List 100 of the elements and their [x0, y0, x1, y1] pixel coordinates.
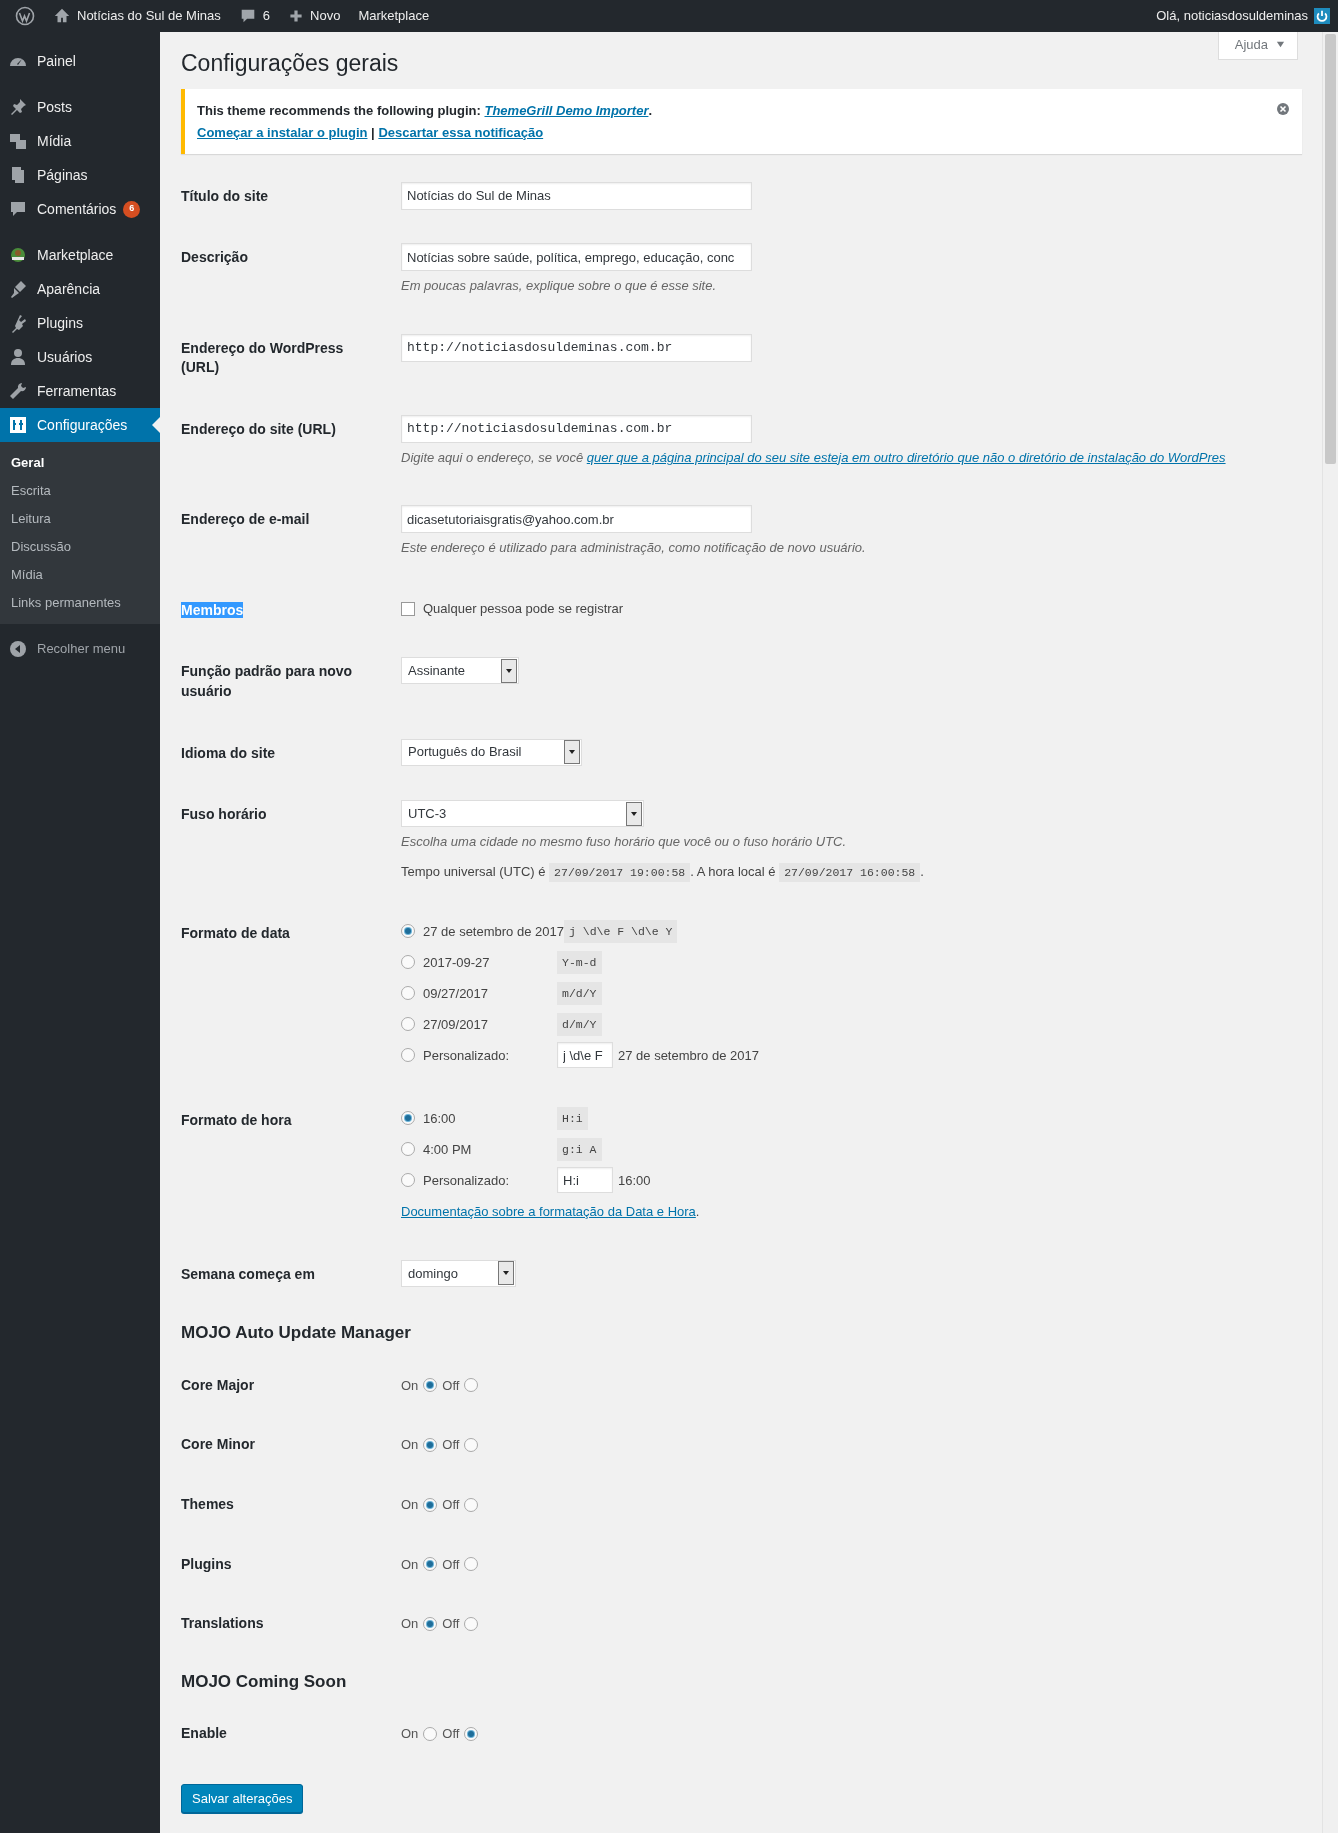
sidebar-item[interactable]: Plugins: [0, 306, 160, 340]
comments-count-link[interactable]: 6: [262, 6, 271, 26]
radio-label: On: [401, 1376, 419, 1395]
format-preview: 16:00: [618, 1171, 651, 1190]
radio-button[interactable]: [464, 1497, 479, 1512]
dropdown[interactable]: Assinante: [401, 657, 519, 685]
radio-button[interactable]: [464, 1438, 479, 1453]
radio-label: On: [401, 1436, 419, 1455]
sidebar-item[interactable]: Configurações: [0, 408, 160, 442]
input-field[interactable]: http://noticiasdosuldeminas.com.br: [401, 333, 752, 362]
caret-icon: [498, 1261, 514, 1286]
time-info-text: Tempo universal (UTC) é 27/09/2017 19:00:58 . A hora local é 27/09/2017 16:00:58 .: [401, 861, 1302, 882]
radio-label: 16:00: [422, 1109, 457, 1128]
separator-text: |: [370, 125, 376, 141]
radio-button[interactable]: [423, 1557, 438, 1572]
field-label: Plugins: [181, 1555, 232, 1572]
radio-button[interactable]: [464, 1726, 479, 1741]
submenu-item[interactable]: Leitura: [0, 505, 160, 533]
doc-link-text: Documentação sobre a formatação da Data e Hora.: [401, 1203, 701, 1222]
marketplace-link[interactable]: Marketplace: [358, 6, 430, 26]
sidebar-item[interactable]: Ferramentas: [0, 374, 160, 408]
sidebar-item[interactable]: Painel: [0, 44, 160, 78]
submenu-item[interactable]: Geral: [0, 449, 160, 477]
help-button[interactable]: Ajuda: [1217, 32, 1298, 60]
input-field[interactable]: Notícias do Sul de Minas: [401, 181, 752, 210]
radio-button[interactable]: [401, 1017, 415, 1032]
description-link[interactable]: quer que a página principal do seu site esteja em outro diretório que não o diretório de instalação do WordPres: [586, 449, 1226, 465]
wordpress-logo-icon: [15, 6, 35, 26]
radio-label: Off: [442, 1436, 460, 1455]
checkbox[interactable]: [401, 601, 415, 616]
caret-icon: [501, 658, 517, 683]
home-icon: [53, 7, 71, 25]
field-label: Semana começa em: [181, 1265, 315, 1282]
install-plugin-link[interactable]: Começar a instalar o plugin: [197, 125, 368, 141]
save-button[interactable]: Salvar alterações: [181, 1783, 304, 1814]
field-label: Idioma do site: [181, 744, 276, 761]
dropdown[interactable]: Português do Brasil: [401, 738, 582, 766]
radio-label: Off: [442, 1555, 460, 1574]
input-field[interactable]: Notícias sobre saúde, política, emprego, educação, conc: [401, 243, 752, 272]
dismiss-notice-link[interactable]: Descartar essa notificação: [378, 125, 544, 141]
submenu-item[interactable]: Discussão: [0, 533, 160, 561]
radio-button[interactable]: [401, 955, 415, 970]
doc-link[interactable]: Documentação sobre a formatação da Data e Hora: [401, 1204, 696, 1220]
radio-button[interactable]: [401, 1048, 415, 1063]
submenu-item[interactable]: Mídia: [0, 561, 160, 589]
caret-icon: [1276, 40, 1285, 50]
radio-label: On: [401, 1555, 419, 1574]
collapse-menu-button[interactable]: Recolher menu: [0, 632, 160, 666]
close-icon[interactable]: [1276, 101, 1290, 116]
format-code: m/d/Y: [557, 981, 602, 1005]
new-link[interactable]: Novo: [310, 6, 341, 26]
radio-label: Off: [442, 1376, 460, 1395]
radio-button[interactable]: [464, 1557, 479, 1572]
radio-button[interactable]: [401, 986, 415, 1001]
radio-button[interactable]: [401, 924, 415, 939]
format-code: g:i A: [557, 1137, 602, 1161]
caret-icon: [564, 740, 580, 765]
custom-format-field[interactable]: H:i: [557, 1167, 613, 1194]
radio-button[interactable]: [464, 1378, 479, 1393]
user-icon: [8, 347, 28, 367]
input-field[interactable]: http://noticiasdosuldeminas.com.br: [401, 414, 752, 443]
radio-button[interactable]: [464, 1616, 479, 1631]
radio-label: On: [401, 1725, 419, 1744]
wrench-icon: [8, 381, 28, 401]
custom-format-field[interactable]: j \d\e F: [557, 1042, 613, 1069]
radio-label: 4:00 PM: [422, 1140, 473, 1159]
sidebar-item[interactable]: Mídia: [0, 124, 160, 158]
sidebar-item[interactable]: Marketplace: [0, 238, 160, 272]
radio-button[interactable]: [401, 1142, 415, 1157]
site-name-link[interactable]: Notícias do Sul de Minas: [77, 6, 221, 26]
radio-label: On: [401, 1495, 419, 1514]
submenu-item[interactable]: Escrita: [0, 477, 160, 505]
radio-button[interactable]: [401, 1173, 415, 1188]
dropdown[interactable]: domingo: [401, 1259, 516, 1287]
scrollbar-thumb[interactable]: [1325, 34, 1336, 464]
greeting-link[interactable]: Olá, noticiasdosuldeminas: [1156, 6, 1308, 26]
comment-icon: [8, 199, 28, 219]
sidebar-item[interactable]: Aparência: [0, 272, 160, 306]
radio-button[interactable]: [423, 1616, 438, 1631]
media-icon: [8, 131, 28, 151]
dropdown[interactable]: UTC-3: [401, 800, 644, 828]
sidebar-item[interactable]: Páginas: [0, 158, 160, 192]
format-code: H:i: [557, 1106, 588, 1130]
radio-button[interactable]: [423, 1497, 438, 1512]
radio-button[interactable]: [423, 1378, 438, 1393]
field-label: Endereço do WordPress (URL): [181, 339, 344, 376]
radio-label: 27/09/2017: [422, 1015, 490, 1034]
description-text: Escolha uma cidade no mesmo fuso horário que você ou o fuso horário UTC.: [401, 833, 848, 852]
radio-button[interactable]: [423, 1726, 438, 1741]
field-label: Membros: [181, 601, 244, 618]
avatar-icon: [1314, 8, 1330, 24]
sidebar-item[interactable]: Comentários 6: [0, 192, 160, 226]
sidebar-item[interactable]: Usuários: [0, 340, 160, 374]
radio-button[interactable]: [401, 1111, 415, 1126]
scrollbar[interactable]: [1322, 32, 1338, 1833]
submenu-item[interactable]: Links permanentes: [0, 589, 160, 617]
input-field[interactable]: dicasetutoriaisgratis@yahoo.com.br: [401, 505, 752, 534]
radio-button[interactable]: [423, 1438, 438, 1453]
sidebar-item[interactable]: Posts: [0, 90, 160, 124]
plugin-link[interactable]: ThemeGrill Demo Importer: [484, 102, 649, 118]
